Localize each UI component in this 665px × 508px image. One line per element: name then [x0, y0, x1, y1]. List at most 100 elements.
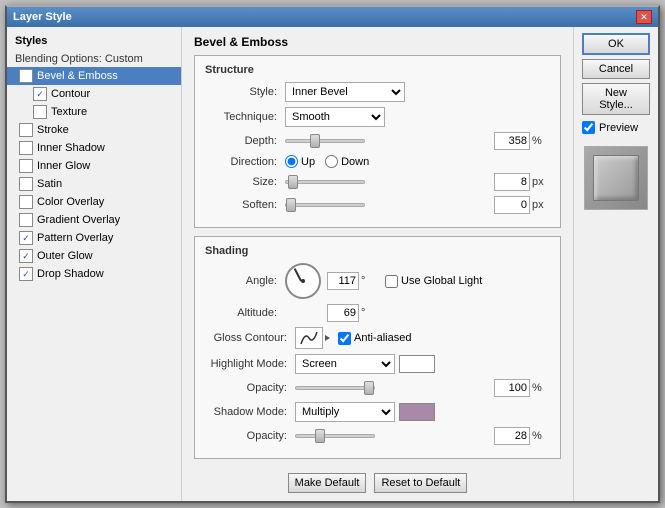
sidebar-item-drop-shadow[interactable]: ✓ Drop Shadow — [7, 265, 181, 283]
direction-up-radio[interactable] — [285, 155, 298, 168]
altitude-label: Altitude: — [205, 307, 285, 319]
close-button[interactable]: ✕ — [636, 10, 652, 24]
make-default-button[interactable]: Make Default — [288, 473, 367, 493]
outer-glow-check: ✓ — [19, 249, 33, 263]
sidebar-item-bevel-emboss[interactable]: ✓ Bevel & Emboss — [7, 67, 181, 85]
sidebar-item-satin[interactable]: Satin — [7, 175, 181, 193]
sidebar-item-stroke[interactable]: Stroke — [7, 121, 181, 139]
preview-label: Preview — [599, 122, 638, 134]
pattern-overlay-check: ✓ — [19, 231, 33, 245]
gloss-contour-box[interactable] — [295, 327, 323, 349]
sidebar-item-inner-shadow[interactable]: Inner Shadow — [7, 139, 181, 157]
angle-circle[interactable] — [285, 263, 321, 299]
direction-row: Direction: Up Down — [205, 155, 550, 168]
shadow-mode-select[interactable]: Multiply Normal Screen — [295, 402, 395, 422]
direction-down-radio[interactable] — [325, 155, 338, 168]
sidebar-item-contour[interactable]: ✓ Contour — [7, 85, 181, 103]
style-row: Style: Inner Bevel Outer Bevel Emboss Pi… — [205, 82, 550, 102]
use-global-light-label: Use Global Light — [401, 275, 482, 287]
soften-unit: px — [532, 199, 550, 211]
satin-check — [19, 177, 33, 191]
inner-shadow-check — [19, 141, 33, 155]
new-style-button[interactable]: New Style... — [582, 83, 650, 115]
altitude-input[interactable] — [327, 304, 359, 322]
color-overlay-check — [19, 195, 33, 209]
pattern-overlay-label: Pattern Overlay — [37, 232, 113, 244]
anti-aliased-checkbox[interactable] — [338, 332, 351, 345]
texture-check — [33, 105, 47, 119]
style-select[interactable]: Inner Bevel Outer Bevel Emboss Pillow Em… — [285, 82, 405, 102]
anti-aliased-label: Anti-aliased — [354, 332, 411, 344]
bevel-emboss-label: Bevel & Emboss — [37, 70, 118, 82]
shading-title: Shading — [205, 245, 550, 257]
altitude-row: Altitude: ° — [205, 304, 550, 322]
gradient-overlay-check — [19, 213, 33, 227]
reset-to-default-button[interactable]: Reset to Default — [374, 473, 467, 493]
direction-down-item: Down — [325, 155, 369, 168]
soften-slider[interactable] — [285, 203, 365, 207]
highlight-color-swatch[interactable] — [399, 355, 435, 373]
gloss-contour-label: Gloss Contour: — [205, 332, 295, 344]
inner-shadow-label: Inner Shadow — [37, 142, 105, 154]
angle-row: Angle: ° Use Global Light — [205, 263, 550, 299]
bevel-emboss-check: ✓ — [19, 69, 33, 83]
use-global-light-checkbox[interactable] — [385, 275, 398, 288]
size-slider[interactable] — [285, 180, 365, 184]
shadow-color-swatch[interactable] — [399, 403, 435, 421]
sidebar-item-color-overlay[interactable]: Color Overlay — [7, 193, 181, 211]
depth-slider[interactable] — [285, 139, 365, 143]
satin-label: Satin — [37, 178, 62, 190]
highlight-mode-row: Highlight Mode: Screen Normal Multiply — [205, 354, 550, 374]
shadow-opacity-row: Opacity: % — [205, 427, 550, 445]
sidebar-item-inner-glow[interactable]: Inner Glow — [7, 157, 181, 175]
soften-slider-container — [285, 203, 494, 207]
structure-title: Structure — [205, 64, 550, 76]
soften-row: Soften: px — [205, 196, 550, 214]
main-panel: Bevel & Emboss Structure Style: Inner Be… — [182, 27, 573, 501]
highlight-opacity-label: Opacity: — [205, 382, 295, 394]
technique-label: Technique: — [205, 111, 285, 123]
sidebar-item-gradient-overlay[interactable]: Gradient Overlay — [7, 211, 181, 229]
angle-input[interactable] — [327, 272, 359, 290]
inner-glow-label: Inner Glow — [37, 160, 90, 172]
left-panel: Styles Blending Options: Custom ✓ Bevel … — [7, 27, 182, 501]
sidebar-item-pattern-overlay[interactable]: ✓ Pattern Overlay — [7, 229, 181, 247]
drop-shadow-label: Drop Shadow — [37, 268, 104, 280]
preview-checkbox[interactable] — [582, 121, 595, 134]
sidebar-item-texture[interactable]: Texture — [7, 103, 181, 121]
highlight-opacity-input[interactable] — [494, 379, 530, 397]
shadow-opacity-input[interactable] — [494, 427, 530, 445]
direction-label: Direction: — [205, 156, 285, 168]
depth-input[interactable] — [494, 132, 530, 150]
soften-input[interactable] — [494, 196, 530, 214]
layer-style-dialog: Layer Style ✕ Styles Blending Options: C… — [5, 5, 660, 503]
highlight-opacity-unit: % — [532, 382, 550, 394]
highlight-opacity-slider[interactable] — [295, 386, 375, 390]
size-row: Size: px — [205, 173, 550, 191]
depth-unit: % — [532, 135, 550, 147]
angle-line — [294, 268, 302, 281]
gloss-contour-arrow — [325, 335, 330, 341]
cancel-button[interactable]: Cancel — [582, 59, 650, 79]
angle-label: Angle: — [205, 275, 285, 287]
highlight-mode-select[interactable]: Screen Normal Multiply — [295, 354, 395, 374]
sidebar-item-outer-glow[interactable]: ✓ Outer Glow — [7, 247, 181, 265]
color-overlay-label: Color Overlay — [37, 196, 104, 208]
title-bar: Layer Style ✕ — [7, 7, 658, 27]
dialog-title: Layer Style — [13, 11, 72, 23]
technique-select[interactable]: Smooth Chisel Hard Chisel Soft — [285, 107, 385, 127]
direction-radio-group: Up Down — [285, 155, 369, 168]
soften-label: Soften: — [205, 199, 285, 211]
shadow-opacity-slider[interactable] — [295, 434, 375, 438]
texture-label: Texture — [51, 106, 87, 118]
structure-box: Structure Style: Inner Bevel Outer Bevel… — [194, 55, 561, 228]
angle-unit: ° — [361, 275, 379, 287]
preview-row: Preview — [582, 121, 650, 134]
highlight-opacity-row: Opacity: % — [205, 379, 550, 397]
size-slider-container — [285, 180, 494, 184]
size-input[interactable] — [494, 173, 530, 191]
drop-shadow-check: ✓ — [19, 267, 33, 281]
ok-button[interactable]: OK — [582, 33, 650, 55]
inner-glow-check — [19, 159, 33, 173]
depth-slider-container — [285, 139, 494, 143]
